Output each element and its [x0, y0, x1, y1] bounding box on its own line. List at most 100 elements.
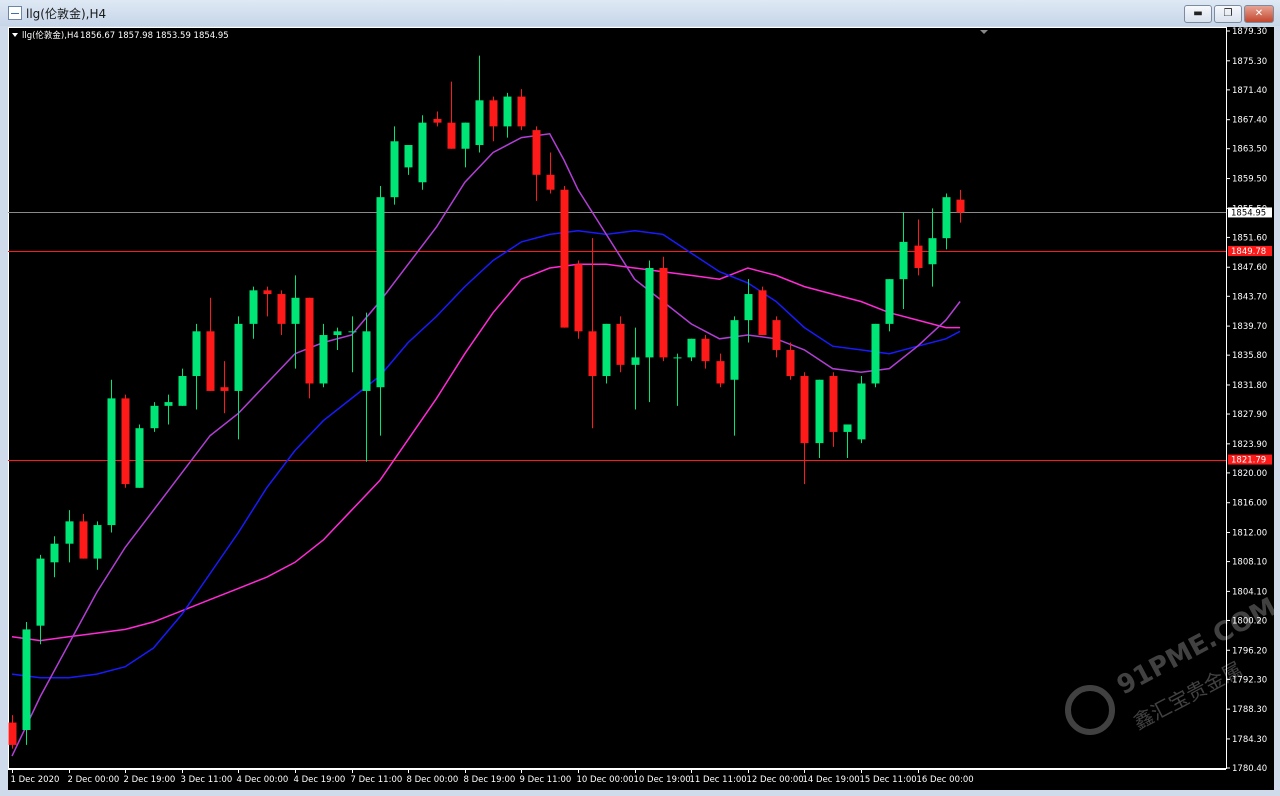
candle-body — [574, 264, 583, 332]
candle-body — [928, 238, 937, 265]
time-tick-label: 9 Dec 11:00 — [520, 775, 572, 785]
level-price-label: 1821.79 — [1231, 456, 1266, 466]
candle-body — [588, 331, 597, 377]
candle-body — [362, 331, 371, 391]
candle-body — [503, 96, 512, 127]
candle-body — [560, 189, 569, 328]
title-bar[interactable]: llg(伦敦金),H4 ▬ ❐ ✕ — [0, 0, 1280, 26]
candle-body — [546, 174, 555, 190]
candle-body — [249, 290, 258, 324]
candle[interactable] — [659, 256, 668, 362]
candle-body — [333, 331, 342, 336]
candle-body — [376, 197, 385, 388]
candle[interactable] — [885, 279, 894, 332]
plot-frame — [8, 27, 1227, 769]
time-tick-label: 1 Dec 2020 — [11, 775, 60, 785]
current-price-label: 1854.95 — [1231, 208, 1266, 218]
price-tick-label: 1823.90 — [1232, 440, 1267, 450]
candle-body — [178, 376, 187, 406]
price-tick-label: 1816.00 — [1232, 499, 1267, 509]
price-tick-label: 1808.10 — [1232, 558, 1267, 568]
window-title: llg(伦敦金),H4 — [26, 7, 107, 21]
candle-body — [36, 558, 45, 626]
candle-body — [645, 267, 654, 358]
candle[interactable] — [150, 402, 159, 432]
candle-body — [815, 379, 824, 444]
time-tick-label: 15 Dec 11:00 — [860, 775, 917, 785]
candle-body — [319, 335, 328, 384]
candle-body — [418, 122, 427, 183]
price-tick-label: 1851.60 — [1232, 233, 1267, 243]
candle-body — [475, 100, 484, 146]
chart-canvas[interactable]: 91PME.COM 鑫汇宝贵金属 llg(伦敦金),H4 1856.67 1857.9… — [8, 27, 1274, 790]
candle-body — [150, 405, 159, 429]
candle-body — [404, 145, 413, 168]
time-tick-label: 12 Dec 00:00 — [747, 775, 804, 785]
candle[interactable] — [107, 379, 116, 533]
time-tick-label: 2 Dec 19:00 — [124, 775, 176, 785]
candle-body — [716, 361, 725, 384]
candlestick-chart[interactable]: 91PME.COM鑫汇宝贵金属llg(伦敦金),H4 1856.67 1857.9… — [8, 27, 1274, 790]
candle-body — [532, 130, 541, 175]
candle[interactable] — [305, 297, 314, 399]
time-tick-label: 14 Dec 19:00 — [803, 775, 860, 785]
candle-body — [914, 245, 923, 268]
restore-button[interactable]: ❐ — [1214, 5, 1242, 23]
candle-body — [93, 525, 102, 559]
candle-body — [800, 376, 809, 444]
candle[interactable] — [560, 186, 569, 328]
time-tick-label: 16 Dec 00:00 — [917, 775, 974, 785]
candle[interactable] — [22, 621, 31, 745]
time-tick-label: 8 Dec 19:00 — [464, 775, 516, 785]
candle-body — [348, 331, 357, 333]
price-tick-label: 1780.40 — [1232, 764, 1267, 774]
candle-body — [8, 722, 17, 745]
candle[interactable] — [574, 260, 583, 339]
chart-symbol-label: llg(伦敦金),H4 — [22, 30, 79, 41]
candle[interactable] — [871, 323, 880, 388]
candle-body — [942, 197, 951, 239]
candle-body — [220, 387, 229, 391]
price-tick-label: 1804.10 — [1232, 587, 1267, 597]
candle-body — [135, 428, 144, 488]
time-tick-label: 4 Dec 00:00 — [237, 775, 289, 785]
candle[interactable] — [121, 394, 130, 488]
price-tick-label: 1879.30 — [1232, 27, 1267, 37]
candle-body — [517, 96, 526, 127]
candle-body — [22, 629, 31, 730]
price-tick-label: 1792.30 — [1232, 675, 1267, 685]
close-button[interactable]: ✕ — [1244, 5, 1274, 23]
candle[interactable] — [135, 424, 144, 488]
candle-body — [857, 383, 866, 440]
candle-body — [758, 290, 767, 336]
candle-body — [234, 323, 243, 391]
candle-body — [701, 338, 710, 362]
time-tick-label: 8 Dec 00:00 — [407, 775, 459, 785]
candle[interactable] — [857, 376, 866, 444]
candle-body — [121, 398, 130, 485]
candle[interactable] — [418, 115, 427, 190]
price-tick-label: 1835.80 — [1232, 351, 1267, 361]
candle-body — [899, 241, 908, 280]
candle[interactable] — [616, 316, 625, 373]
candle-body — [447, 122, 456, 149]
time-tick-label: 11 Dec 11:00 — [690, 775, 747, 785]
price-tick-label: 1820.00 — [1232, 469, 1267, 479]
minimize-button[interactable]: ▬ — [1184, 5, 1212, 23]
candle-body — [871, 323, 880, 384]
candle-body — [50, 543, 59, 563]
candle-body — [843, 424, 852, 432]
candle-body — [673, 357, 682, 359]
candle-body — [631, 357, 640, 365]
candle-body — [602, 323, 611, 377]
price-tick-label: 1812.00 — [1232, 529, 1267, 539]
candle-body — [659, 267, 668, 358]
candle[interactable] — [758, 286, 767, 336]
candle-body — [164, 402, 173, 406]
candle[interactable] — [602, 323, 611, 384]
candle-body — [829, 376, 838, 432]
chart-ohlc-values: 1856.67 1857.98 1853.59 1854.95 — [80, 31, 229, 41]
candle-body — [616, 323, 625, 365]
price-tick-label: 1847.60 — [1232, 263, 1267, 273]
candle-body — [433, 118, 442, 123]
